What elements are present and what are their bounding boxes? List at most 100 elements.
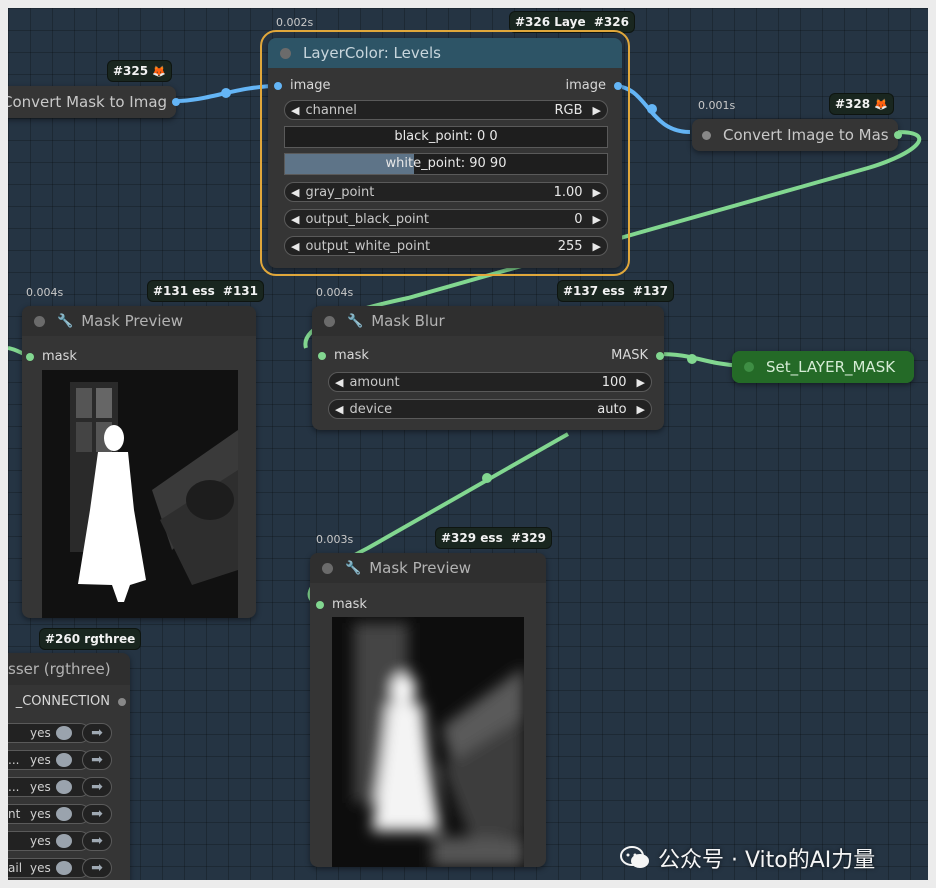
- link-midpoint: [687, 354, 697, 364]
- slot-label: _CONNECTION: [15, 694, 110, 709]
- toggle-pill[interactable]: ail yes: [8, 858, 90, 878]
- output-black-point-number[interactable]: ◀ output_black_point 0 ▶: [284, 209, 608, 229]
- layercolor-levels-node[interactable]: LayerColor: Levels image image ◀ channel…: [260, 30, 630, 276]
- badge-text: #326 Laye: [515, 15, 586, 29]
- slot-label: mask: [332, 597, 367, 612]
- toggle-pill[interactable]: ... yes: [8, 750, 90, 770]
- arrow-right-icon[interactable]: ▶: [637, 376, 645, 389]
- wechat-icon: [620, 846, 649, 868]
- slider-text: black_point: 0 0: [394, 129, 498, 144]
- arrow-right-icon[interactable]: ▶: [593, 104, 601, 117]
- arrow-left-icon[interactable]: ◀: [291, 186, 299, 199]
- node-badge: #131 ess #131: [148, 281, 264, 301]
- mask-preview-131-node[interactable]: 🔧 Mask Preview mask: [22, 306, 256, 618]
- node-badge: #328 🦊: [830, 94, 893, 114]
- output-slot-mask[interactable]: MASK: [611, 348, 664, 363]
- go-arrow-button[interactable]: ➡: [82, 723, 112, 743]
- collapse-dot[interactable]: [744, 362, 754, 372]
- set-layer-mask-node[interactable]: Set_LAYER_MASK: [732, 351, 914, 383]
- mask-preview-329-node[interactable]: 🔧 Mask Preview mask: [310, 553, 546, 867]
- node-timing: 0.002s: [276, 16, 314, 29]
- node-title-bar[interactable]: 🔧 Mask Preview: [310, 553, 546, 583]
- widget-label: output_white_point: [305, 238, 431, 254]
- widget-value: 255: [557, 238, 583, 254]
- toggle-switch-icon[interactable]: [56, 834, 72, 848]
- go-arrow-button[interactable]: ➡: [82, 750, 112, 770]
- link-midpoint: [647, 104, 657, 114]
- collapse-dot[interactable]: [280, 47, 291, 59]
- widget-label: channel: [305, 102, 357, 118]
- output-slot-image[interactable]: image: [566, 78, 622, 93]
- toggle-pill[interactable]: nt yes: [8, 804, 90, 824]
- output-slot-dot[interactable]: [894, 131, 902, 139]
- toggle-switch-icon[interactable]: [56, 807, 72, 821]
- node-badge: #326 Laye #326: [510, 12, 634, 32]
- toggle-pill[interactable]: yes: [8, 723, 90, 743]
- arrow-left-icon[interactable]: ◀: [291, 104, 299, 117]
- go-arrow-button[interactable]: ➡: [82, 858, 112, 878]
- link-midpoint: [482, 473, 492, 483]
- node-title-bar[interactable]: 🔧 Mask Blur: [312, 306, 664, 336]
- node-title-bar[interactable]: 🔧 Mask Preview: [22, 306, 256, 336]
- output-slot-dot[interactable]: [172, 98, 180, 106]
- node-graph-canvas[interactable]: #325 🦊 Convert Mask to Imag 0.002s #326 …: [8, 8, 928, 880]
- slot-label: image: [290, 78, 331, 93]
- input-slot-mask[interactable]: mask: [26, 349, 77, 364]
- go-arrow-button[interactable]: ➡: [82, 831, 112, 851]
- toggle-switch-icon[interactable]: [56, 780, 72, 794]
- node-timing: 0.001s: [698, 99, 736, 112]
- slot-label: mask: [42, 349, 77, 364]
- arrow-left-icon[interactable]: ◀: [291, 213, 299, 226]
- toggle-switch-icon[interactable]: [56, 753, 72, 767]
- input-slot-dot[interactable]: [316, 600, 324, 609]
- arrow-right-icon[interactable]: ▶: [593, 213, 601, 226]
- input-slot-image[interactable]: image: [274, 78, 331, 93]
- white-point-slider[interactable]: white_point: 90 90: [284, 153, 608, 175]
- output-slot-connection[interactable]: _CONNECTION: [16, 694, 126, 709]
- arrow-right-icon[interactable]: ▶: [593, 240, 601, 253]
- output-slot-dot[interactable]: [656, 351, 664, 360]
- arrow-left-icon[interactable]: ◀: [335, 376, 343, 389]
- output-white-point-number[interactable]: ◀ output_white_point 255 ▶: [284, 236, 608, 256]
- arrow-left-icon[interactable]: ◀: [291, 240, 299, 253]
- input-slot-dot[interactable]: [274, 81, 282, 90]
- slider-text: white_point: 90 90: [385, 156, 507, 171]
- arrow-right-icon: ➡: [91, 725, 103, 741]
- toggle-switch-icon[interactable]: [56, 861, 72, 875]
- node-title: sser (rgthree): [8, 660, 111, 678]
- device-combo[interactable]: ◀ device auto ▶: [328, 399, 652, 419]
- channel-combo[interactable]: ◀ channel RGB ▶: [284, 100, 608, 120]
- wrench-icon: 🔧: [345, 560, 362, 576]
- badge-text: #137 ess: [563, 284, 625, 298]
- input-slot-mask[interactable]: mask: [316, 597, 367, 612]
- watermark-text: 公众号 · Vito的AI力量: [658, 848, 876, 873]
- rgthree-260-node[interactable]: sser (rgthree) _CONNECTION yes ➡... yes ➡..…: [8, 653, 130, 880]
- black-point-slider[interactable]: black_point: 0 0: [284, 126, 608, 148]
- collapse-dot[interactable]: [702, 130, 711, 140]
- input-slot-dot[interactable]: [318, 351, 326, 360]
- collapse-dot[interactable]: [324, 315, 335, 327]
- arrow-right-icon[interactable]: ▶: [637, 403, 645, 416]
- mask-blur-137-node[interactable]: 🔧 Mask Blur mask MASK ◀ amount 100 ▶ ◀ d…: [312, 306, 664, 430]
- widget-value: 100: [601, 374, 627, 390]
- output-slot-dot[interactable]: [614, 81, 622, 90]
- toggle-switch-icon[interactable]: [56, 726, 72, 740]
- input-slot-dot[interactable]: [26, 352, 34, 361]
- collapse-dot[interactable]: [322, 562, 333, 574]
- collapse-dot[interactable]: [34, 315, 45, 327]
- output-slot-dot[interactable]: [118, 697, 126, 706]
- node-title: Mask Blur: [371, 312, 445, 330]
- go-arrow-button[interactable]: ➡: [82, 804, 112, 824]
- convert-mask-to-image-node[interactable]: Convert Mask to Imag: [8, 86, 180, 118]
- arrow-left-icon[interactable]: ◀: [335, 403, 343, 416]
- gray-point-number[interactable]: ◀ gray_point 1.00 ▶: [284, 182, 608, 202]
- toggle-value: yes: [30, 807, 51, 821]
- toggle-pill[interactable]: yes: [8, 831, 90, 851]
- input-slot-mask[interactable]: mask: [318, 348, 369, 363]
- toggle-pill[interactable]: ... yes: [8, 777, 90, 797]
- go-arrow-button[interactable]: ➡: [82, 777, 112, 797]
- convert-image-to-mask-node[interactable]: Convert Image to Mas: [692, 119, 902, 151]
- arrow-right-icon[interactable]: ▶: [593, 186, 601, 199]
- node-title-bar[interactable]: LayerColor: Levels: [268, 38, 622, 68]
- amount-number[interactable]: ◀ amount 100 ▶: [328, 372, 652, 392]
